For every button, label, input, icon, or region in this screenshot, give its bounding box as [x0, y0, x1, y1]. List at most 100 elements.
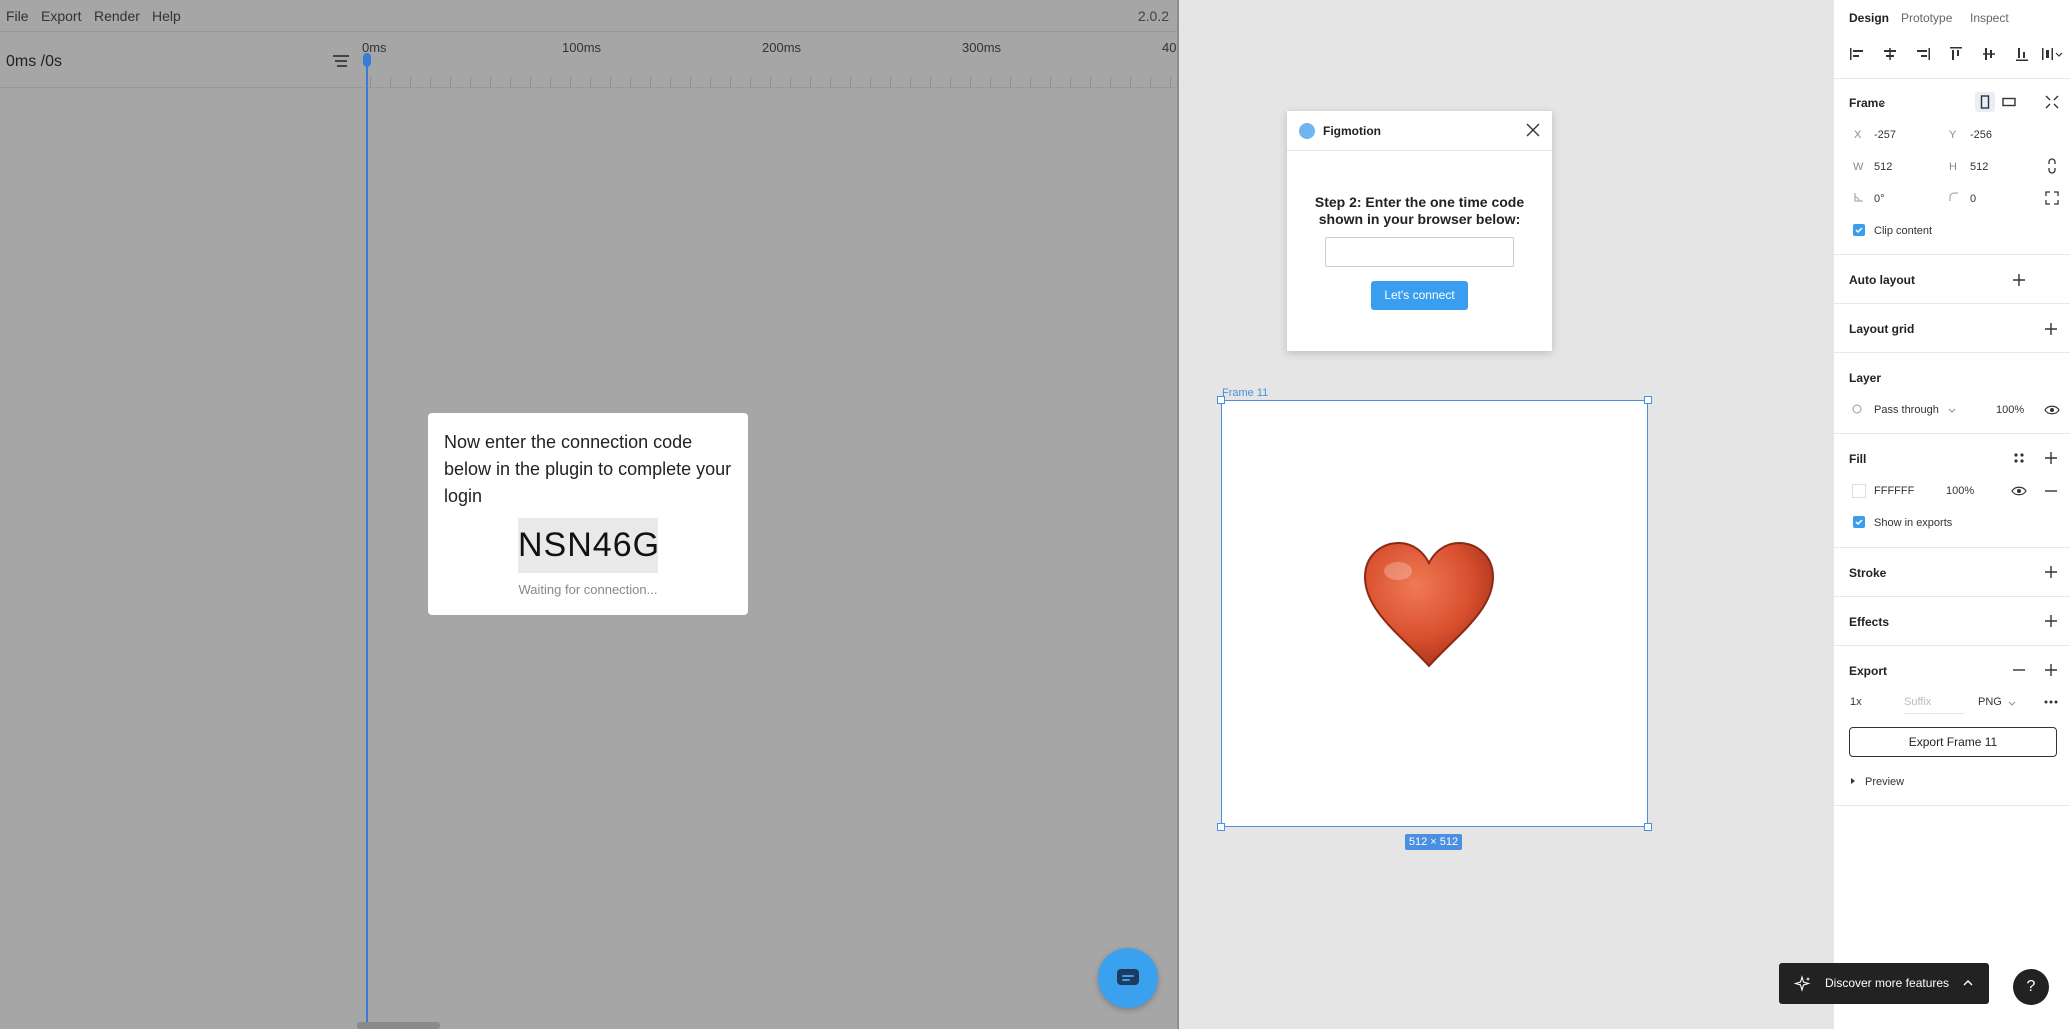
- connection-code: NSN46G: [518, 518, 659, 573]
- tab-design[interactable]: Design: [1849, 11, 1889, 25]
- effects-title: Effects: [1849, 615, 1890, 629]
- connection-card: Now enter the connection code below in t…: [428, 413, 748, 615]
- help-button[interactable]: ?: [2013, 969, 2049, 1005]
- tab-prototype[interactable]: Prototype: [1901, 11, 1952, 25]
- eye-icon[interactable]: [2011, 483, 2027, 499]
- h-label: H: [1949, 161, 1957, 173]
- y-field[interactable]: -256: [1970, 129, 1992, 141]
- x-label: X: [1854, 129, 1862, 141]
- ruler-label: 200ms: [762, 40, 802, 55]
- chat-button[interactable]: [1098, 948, 1158, 1008]
- horizontal-scrollbar[interactable]: [357, 1022, 440, 1029]
- version-label: 2.0.2: [1137, 8, 1169, 24]
- x-field[interactable]: -257: [1874, 129, 1896, 141]
- styles-icon[interactable]: [2011, 450, 2027, 466]
- divider: [1834, 547, 2070, 548]
- align-left-icon[interactable]: [1848, 46, 1866, 62]
- chevron-down-icon[interactable]: [1877, 98, 1887, 108]
- clip-content-checkbox[interactable]: [1853, 224, 1865, 236]
- ruler-label: 40: [1162, 40, 1177, 55]
- eye-icon[interactable]: [2044, 402, 2060, 418]
- divider: [1834, 78, 2070, 79]
- check-icon: [1855, 227, 1863, 234]
- rotation-icon: [1854, 193, 1863, 202]
- resize-handle[interactable]: [1644, 823, 1652, 831]
- tab-inspect[interactable]: Inspect: [1970, 11, 2009, 25]
- add-icon[interactable]: [2043, 613, 2059, 629]
- connect-button[interactable]: Let's connect: [1371, 281, 1468, 310]
- export-suffix-input[interactable]: Suffix: [1904, 696, 1964, 714]
- export-format-select[interactable]: PNG: [1978, 696, 2002, 708]
- code-input[interactable]: [1325, 237, 1514, 267]
- add-icon[interactable]: [2043, 564, 2059, 580]
- menu-help[interactable]: Help: [152, 8, 181, 24]
- playhead-handle[interactable]: [363, 53, 371, 67]
- divider: [1834, 433, 2070, 434]
- close-icon[interactable]: [1524, 121, 1542, 139]
- export-scale-select[interactable]: 1x: [1850, 696, 1862, 708]
- portrait-button[interactable]: [1975, 92, 1995, 112]
- chat-icon: [1117, 969, 1139, 985]
- distribute-icon[interactable]: [2040, 46, 2064, 62]
- constrain-proportions-icon[interactable]: [2044, 158, 2060, 174]
- add-icon[interactable]: [2043, 450, 2059, 466]
- remove-icon[interactable]: [2043, 483, 2059, 499]
- export-frame-button[interactable]: Export Frame 11: [1849, 727, 2057, 757]
- independent-corners-icon[interactable]: [2044, 190, 2060, 206]
- more-options-icon[interactable]: [2043, 694, 2059, 710]
- ruler-label: 100ms: [562, 40, 602, 55]
- fill-opacity-field[interactable]: 100%: [1946, 485, 1974, 497]
- align-middle-icon[interactable]: [1980, 46, 1998, 62]
- height-field[interactable]: 512: [1970, 161, 1988, 173]
- show-in-exports-checkbox[interactable]: [1853, 516, 1865, 528]
- width-field[interactable]: 512: [1874, 161, 1892, 173]
- export-title: Export: [1849, 664, 1888, 678]
- sparkle-icon: [1794, 975, 1811, 992]
- chevron-up-icon[interactable]: [1961, 976, 1975, 990]
- discover-features-toast[interactable]: Discover more features: [1779, 963, 1989, 1004]
- resize-handle[interactable]: [1217, 396, 1225, 404]
- align-bottom-icon[interactable]: [2013, 46, 2031, 62]
- selected-frame[interactable]: [1217, 396, 1652, 831]
- fill-color-swatch[interactable]: [1852, 484, 1866, 498]
- add-icon[interactable]: [2043, 662, 2059, 678]
- divider: [1834, 596, 2070, 597]
- resize-handle[interactable]: [1644, 396, 1652, 404]
- align-top-icon[interactable]: [1947, 46, 1965, 62]
- frame-size-badge: 512 × 512: [1405, 834, 1462, 850]
- add-icon[interactable]: [2043, 321, 2059, 337]
- plugin-title: Figmotion: [1323, 124, 1381, 138]
- remove-icon[interactable]: [2011, 662, 2027, 678]
- divider: [1834, 805, 2070, 806]
- connection-status: Waiting for connection...: [518, 582, 658, 597]
- list-icon[interactable]: [333, 54, 349, 68]
- layer-opacity-field[interactable]: 100%: [1996, 404, 2024, 416]
- connection-message: Now enter the connection code below in t…: [444, 432, 732, 506]
- resize-handle[interactable]: [1217, 823, 1225, 831]
- caret-right-icon[interactable]: [1848, 776, 1858, 786]
- fill-hex-field[interactable]: FFFFFF: [1874, 485, 1914, 497]
- alignment-toolbar: [1834, 40, 2070, 68]
- chevron-down-icon[interactable]: [1947, 405, 1957, 415]
- timeline-ruler[interactable]: 0ms /0s 0ms 100ms 200ms 300ms 40: [0, 33, 1177, 88]
- menu-bar: File Export Render Help 2.0.2: [0, 0, 1177, 32]
- frame-name-label[interactable]: Frame 11: [1222, 387, 1268, 399]
- align-right-icon[interactable]: [1914, 46, 1932, 62]
- resize-to-fit-icon[interactable]: [2044, 94, 2060, 110]
- heart-emoji: [1363, 541, 1495, 668]
- menu-export[interactable]: Export: [41, 8, 81, 24]
- portrait-icon: [1980, 95, 1990, 109]
- discover-features-label: Discover more features: [1825, 976, 1950, 990]
- add-icon[interactable]: [2011, 272, 2027, 288]
- landscape-icon[interactable]: [2001, 94, 2017, 110]
- menu-render[interactable]: Render: [94, 8, 140, 24]
- blend-mode-select[interactable]: Pass through: [1874, 404, 1939, 416]
- menu-file[interactable]: File: [6, 8, 29, 24]
- ruler-ticks: [370, 77, 1177, 87]
- corner-radius-field[interactable]: 0: [1970, 193, 1976, 205]
- align-center-horizontal-icon[interactable]: [1881, 46, 1899, 62]
- export-preview-toggle[interactable]: Preview: [1865, 776, 1904, 788]
- rotation-field[interactable]: 0°: [1874, 193, 1885, 205]
- plugin-step-text: Step 2: Enter the one time code shown in…: [1314, 194, 1525, 227]
- chevron-down-icon[interactable]: [2007, 698, 2017, 708]
